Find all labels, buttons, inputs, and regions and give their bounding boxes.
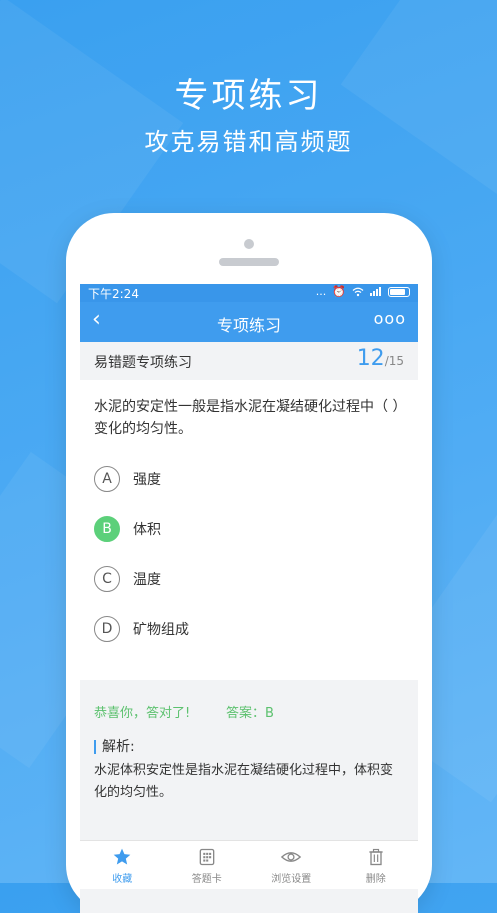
promo-title: 专项练习 xyxy=(174,76,323,116)
exercise-header: 易错题专项练习 12/15 xyxy=(80,342,418,380)
option-letter: B xyxy=(94,516,120,542)
option-letter: C xyxy=(94,566,120,592)
option-text: 矿物组成 xyxy=(133,622,189,638)
option-a[interactable]: A 强度 xyxy=(94,465,394,493)
option-c[interactable]: C 温度 xyxy=(94,565,394,593)
option-text: 温度 xyxy=(133,572,161,588)
phone-frame: 下午2:24 ... ⏰ ‹ 专项练习 ooo 易错题专项练习 12/15 水泥… xyxy=(66,213,432,913)
dots-icon: ... xyxy=(315,285,327,298)
eye-icon xyxy=(281,852,302,862)
option-letter: A xyxy=(94,466,120,492)
card-icon xyxy=(199,848,215,866)
phone-screen: 下午2:24 ... ⏰ ‹ 专项练习 ooo 易错题专项练习 12/15 水泥… xyxy=(80,284,418,913)
question-text: 水泥的安定性一般是指水泥在凝结硬化过程中（ ）变化的均匀性。 xyxy=(94,399,400,437)
alarm-icon: ⏰ xyxy=(332,285,346,298)
tab-answer-card[interactable]: 答题卡 xyxy=(165,841,250,889)
status-icons: ... ⏰ xyxy=(316,285,410,298)
star-icon xyxy=(113,848,131,865)
more-icon[interactable]: ooo xyxy=(374,309,406,328)
option-text: 强度 xyxy=(133,472,161,488)
battery-icon xyxy=(388,286,410,297)
status-time: 下午2:24 xyxy=(88,287,139,301)
page-title: 专项练习 xyxy=(216,316,281,335)
trash-icon xyxy=(369,848,383,866)
tab-view-settings[interactable]: 浏览设置 xyxy=(249,841,334,889)
tab-favorite[interactable]: 收藏 xyxy=(80,841,165,889)
signal-icon xyxy=(370,287,381,296)
phone-speaker xyxy=(219,258,279,266)
option-text: 体积 xyxy=(133,522,161,538)
wifi-icon xyxy=(352,287,364,296)
option-b[interactable]: B 体积 xyxy=(94,515,394,543)
promo-subtitle: 攻克易错和高频题 xyxy=(144,128,353,156)
tab-bar: 收藏 答题卡 浏览设置 删除 xyxy=(80,840,418,889)
analysis-title: 解析: xyxy=(94,740,135,754)
analysis-text: 水泥体积安定性是指水泥在凝结硬化过程中，体积变化的均匀性。 xyxy=(94,763,394,800)
question-counter: 12/15 xyxy=(357,346,404,371)
status-bar: 下午2:24 ... ⏰ xyxy=(80,284,418,302)
phone-camera xyxy=(244,239,254,249)
result-message: 恭喜你，答对了! xyxy=(94,706,191,721)
nav-bar: ‹ 专项练习 ooo xyxy=(80,302,418,342)
total-number: /15 xyxy=(384,354,404,368)
exercise-label: 易错题专项练习 xyxy=(94,355,192,371)
option-letter: D xyxy=(94,616,120,642)
current-number: 12 xyxy=(356,346,385,371)
correct-answer: 答案：B xyxy=(226,706,274,721)
option-d[interactable]: D 矿物组成 xyxy=(94,615,394,643)
tab-delete[interactable]: 删除 xyxy=(334,841,419,889)
